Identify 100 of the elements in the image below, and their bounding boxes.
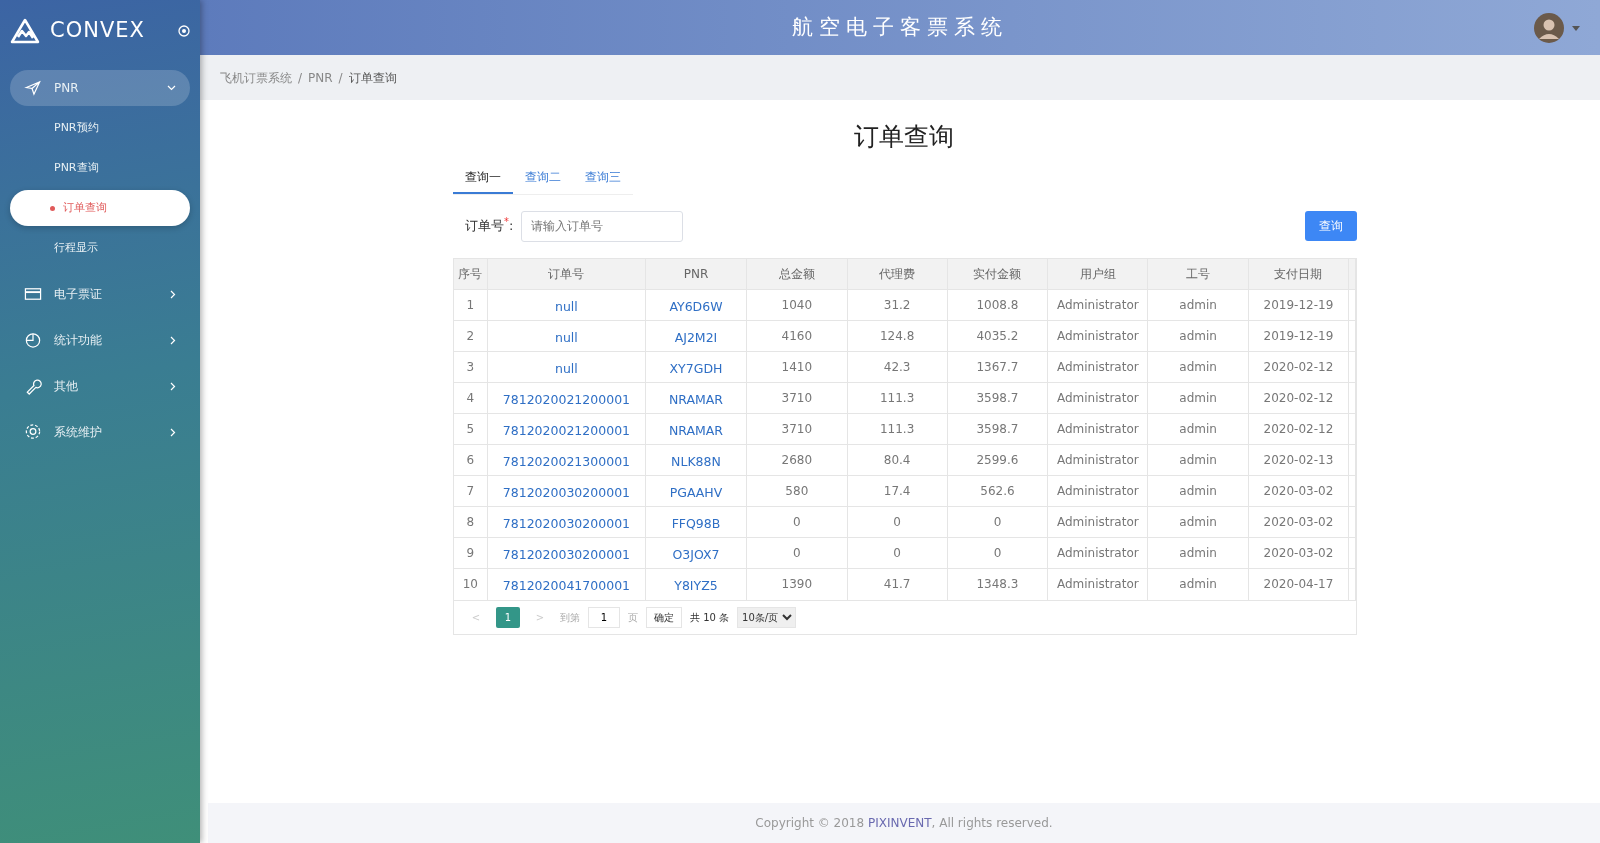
table-cell: admin bbox=[1147, 444, 1249, 476]
sidebar-subitem[interactable]: 订单查询 bbox=[10, 190, 190, 226]
table-cell: 1390 bbox=[746, 568, 848, 600]
table-link[interactable]: 7812020021200001 bbox=[487, 382, 646, 414]
table-link[interactable]: 7812020021300001 bbox=[487, 444, 646, 476]
table-cell: 0 bbox=[847, 506, 948, 538]
sidebar-subitem[interactable]: 行程显示 bbox=[10, 230, 190, 266]
table-cell: 2 bbox=[454, 320, 488, 352]
table-cell: 2020-03-02 bbox=[1248, 537, 1349, 569]
table-cell: 2020-03-02 bbox=[1248, 475, 1349, 507]
table-cell: 2599.6 bbox=[947, 444, 1048, 476]
table-cell: 580 bbox=[746, 475, 848, 507]
avatar-icon[interactable] bbox=[1534, 13, 1564, 43]
table-cell: 0 bbox=[746, 506, 848, 538]
table-link[interactable]: PGAAHV bbox=[645, 475, 747, 507]
table-cell: 111.3 bbox=[847, 413, 948, 445]
table-link[interactable]: FFQ98B bbox=[645, 506, 747, 538]
table-cell: 8 bbox=[454, 506, 488, 538]
chevron-right-icon bbox=[170, 289, 176, 299]
column-header: 实付金额 bbox=[947, 258, 1048, 290]
page-number-input[interactable]: 1 bbox=[588, 606, 620, 628]
table-cell: 42.3 bbox=[847, 351, 948, 383]
table-cell: Administrator bbox=[1047, 320, 1148, 352]
tab[interactable]: 查询一 bbox=[453, 161, 513, 194]
order-number-input[interactable]: 请输入订单号 bbox=[521, 210, 684, 242]
table-cell: 2020-04-17 bbox=[1248, 568, 1349, 600]
table-cell: 0 bbox=[847, 537, 948, 569]
table-cell: admin bbox=[1147, 320, 1249, 352]
table-cell: 3598.7 bbox=[947, 413, 1048, 445]
table-cell: 17.4 bbox=[847, 475, 948, 507]
copyright-text: Copyright © 2018 PIXINVENT, All rights reserved. bbox=[208, 803, 1600, 843]
chevron-right-icon bbox=[170, 427, 176, 437]
table-cell: 3710 bbox=[746, 413, 848, 445]
sidebar-subitem[interactable]: PNR预约 bbox=[10, 110, 190, 146]
sidebar-item[interactable]: 统计功能 bbox=[10, 322, 190, 358]
tab[interactable]: 查询三 bbox=[573, 161, 633, 194]
tab[interactable]: 查询二 bbox=[513, 161, 573, 194]
sidebar-item[interactable]: 其他 bbox=[10, 368, 190, 404]
breadcrumb-item[interactable]: PNR bbox=[308, 68, 333, 87]
table-cell: 2020-02-13 bbox=[1248, 444, 1349, 476]
table-cell: Administrator bbox=[1047, 382, 1148, 414]
target-icon[interactable] bbox=[178, 25, 190, 37]
sidebar-subitem[interactable]: PNR查询 bbox=[10, 150, 190, 186]
caret-icon[interactable] bbox=[1572, 25, 1580, 31]
table-link[interactable]: 7812020021200001 bbox=[487, 413, 646, 445]
table-cell: Administrator bbox=[1047, 351, 1148, 383]
sidebar-item[interactable]: 系统维护 bbox=[10, 414, 190, 450]
table-cell: 10 bbox=[454, 568, 488, 600]
chevron-right-icon bbox=[170, 381, 176, 391]
table-link[interactable]: null bbox=[487, 289, 646, 321]
table-link[interactable]: NRAMAR bbox=[645, 413, 747, 445]
table-link[interactable]: NRAMAR bbox=[645, 382, 747, 414]
table-cell: 2019-12-19 bbox=[1248, 320, 1349, 352]
table-cell: 5 bbox=[454, 413, 488, 445]
table-link[interactable]: 7812020030200001 bbox=[487, 506, 646, 538]
table-cell: Administrator bbox=[1047, 475, 1148, 507]
table-link[interactable]: 7812020030200001 bbox=[487, 475, 646, 507]
table-cell: 80.4 bbox=[847, 444, 948, 476]
table-cell: 0 bbox=[746, 537, 848, 569]
table-cell: 1367.7 bbox=[947, 351, 1048, 383]
mountain-logo-icon bbox=[10, 18, 40, 44]
column-header: PNR bbox=[645, 258, 747, 290]
breadcrumb-item[interactable]: 飞机订票系统 bbox=[220, 68, 292, 87]
table-cell: 1410 bbox=[746, 351, 848, 383]
footer-link[interactable]: PIXINVENT bbox=[867, 814, 932, 832]
page-size-select[interactable]: 10条/页 bbox=[737, 606, 797, 628]
card-icon bbox=[24, 285, 42, 303]
table-link[interactable]: null bbox=[487, 351, 646, 383]
column-header: 支付日期 bbox=[1248, 258, 1349, 290]
table-link[interactable]: null bbox=[487, 320, 646, 352]
table-link[interactable]: AJ2M2I bbox=[645, 320, 747, 352]
confirm-button[interactable]: 确定 bbox=[646, 606, 682, 628]
table-link[interactable]: 7812020030200001 bbox=[487, 537, 646, 569]
table-cell: Administrator bbox=[1047, 506, 1148, 538]
table-cell: 2020-03-02 bbox=[1248, 506, 1349, 538]
page-title: 订单查询 bbox=[853, 121, 955, 153]
table-cell: 1008.8 bbox=[947, 289, 1048, 321]
table-cell: 1348.3 bbox=[947, 568, 1048, 600]
table-cell: 4035.2 bbox=[947, 320, 1048, 352]
table-link[interactable]: O3JOX7 bbox=[645, 537, 747, 569]
table-cell: 4 bbox=[454, 382, 488, 414]
query-button[interactable]: 查询 bbox=[1305, 211, 1357, 241]
table-link[interactable]: Y8IYZ5 bbox=[645, 568, 747, 600]
breadcrumb-separator: / bbox=[338, 69, 343, 87]
sidebar-item[interactable]: 电子票证 bbox=[10, 276, 190, 312]
table-link[interactable]: NLK88N bbox=[645, 444, 747, 476]
table-link[interactable]: XY7GDH bbox=[645, 351, 747, 383]
chevron-right-icon bbox=[170, 335, 176, 345]
table-cell: admin bbox=[1147, 475, 1249, 507]
total-count: 共 10 条 bbox=[690, 610, 730, 625]
column-header: 用户组 bbox=[1047, 258, 1148, 290]
sidebar-item[interactable]: PNR bbox=[10, 70, 190, 106]
table-cell: 0 bbox=[947, 506, 1048, 538]
table-cell: 1040 bbox=[746, 289, 848, 321]
table-link[interactable]: AY6D6W bbox=[645, 289, 747, 321]
goto-label: 到第 bbox=[560, 610, 580, 625]
order-number-label: 订单号$^{*}$: bbox=[465, 216, 514, 236]
table-cell: 31.2 bbox=[847, 289, 948, 321]
table-link[interactable]: 7812020041700001 bbox=[487, 568, 646, 600]
page-button[interactable]: 1 bbox=[496, 606, 520, 628]
